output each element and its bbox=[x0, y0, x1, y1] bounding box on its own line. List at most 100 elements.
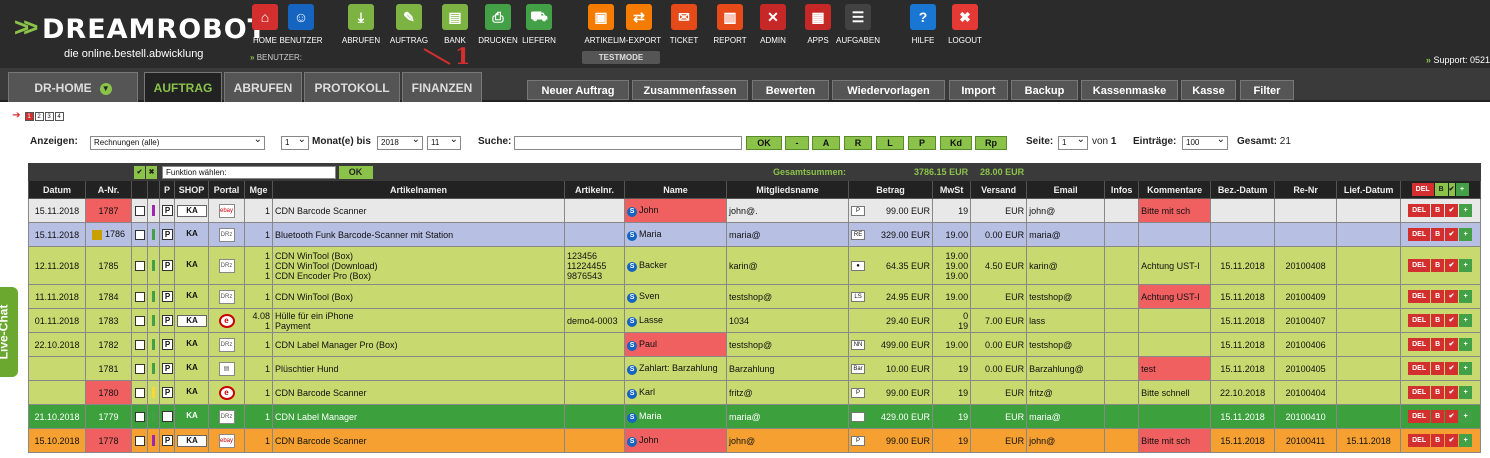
col-header[interactable]: Infos bbox=[1104, 180, 1140, 199]
subtab-kassenmaske[interactable]: Kassenmaske bbox=[1081, 80, 1178, 100]
page-1[interactable]: 1 bbox=[24, 112, 34, 121]
eintraege-select[interactable]: 100 bbox=[1182, 134, 1228, 150]
portal-ebay-icon[interactable]: ebay bbox=[218, 433, 235, 448]
col-header[interactable] bbox=[147, 180, 160, 199]
print-icon[interactable]: P bbox=[162, 435, 173, 447]
portal-red-icon[interactable]: e bbox=[218, 313, 235, 328]
subtab-wiedervorlagen[interactable]: Wiedervorlagen bbox=[832, 80, 945, 100]
col-header[interactable]: Mitgliedsname bbox=[726, 180, 850, 199]
add-icon[interactable]: + bbox=[1459, 228, 1473, 241]
anzeigen-select[interactable]: Rechnungen (alle) bbox=[90, 134, 265, 150]
search-input[interactable] bbox=[514, 136, 742, 150]
b-all-button[interactable]: B bbox=[1434, 183, 1448, 196]
page-3[interactable]: 3 bbox=[44, 112, 54, 121]
subtab-backup[interactable]: Backup bbox=[1011, 80, 1078, 100]
customer-s-icon[interactable]: S bbox=[627, 316, 638, 327]
delete-button[interactable]: DEL bbox=[1408, 410, 1431, 423]
delete-button[interactable]: DEL bbox=[1408, 259, 1431, 272]
cell-name[interactable]: S Paul bbox=[624, 332, 728, 357]
b-button[interactable]: B bbox=[1431, 434, 1445, 447]
month-select[interactable]: 11 bbox=[427, 134, 461, 150]
col-header[interactable]: Mge bbox=[244, 180, 273, 199]
print-icon[interactable]: P bbox=[162, 387, 173, 399]
cell-print[interactable]: P bbox=[159, 332, 175, 357]
customer-s-icon[interactable]: S bbox=[627, 412, 638, 423]
cell-print[interactable]: P bbox=[159, 246, 175, 285]
col-header[interactable]: Betrag bbox=[848, 180, 934, 199]
portal-ebay-icon[interactable]: ebay bbox=[218, 203, 235, 218]
add-icon[interactable]: + bbox=[1459, 410, 1473, 423]
row-checkbox[interactable] bbox=[134, 205, 145, 216]
table-row[interactable]: 15.11.2018 1786 P KA DRz 1 Bluetooth Funk Barc… bbox=[28, 222, 1482, 247]
seite-select[interactable]: 1 bbox=[1058, 134, 1088, 150]
checkmark-icon[interactable]: ✔ bbox=[1445, 259, 1459, 272]
cell-name[interactable]: S Zahlart: Barzahlung bbox=[624, 356, 728, 381]
row-checkbox[interactable] bbox=[134, 363, 145, 374]
row-checkbox[interactable] bbox=[134, 339, 145, 350]
cell-select[interactable] bbox=[131, 332, 148, 357]
row-checkbox[interactable] bbox=[134, 435, 145, 446]
cell-print[interactable]: P bbox=[159, 222, 175, 247]
cell-print[interactable]: P bbox=[159, 198, 175, 223]
tab-protokoll[interactable]: PROTOKOLL bbox=[304, 72, 400, 102]
checkmark-icon[interactable]: ✔ bbox=[1445, 434, 1459, 447]
row-checkbox[interactable] bbox=[134, 291, 145, 302]
print-icon[interactable]: P bbox=[162, 339, 173, 351]
add-icon[interactable]: + bbox=[1459, 362, 1473, 375]
col-header[interactable]: Name bbox=[624, 180, 728, 199]
b-button[interactable]: B bbox=[1431, 338, 1445, 351]
col-header[interactable]: MwSt bbox=[932, 180, 972, 199]
delete-button[interactable]: DEL bbox=[1408, 434, 1431, 447]
col-header[interactable]: SHOP bbox=[174, 180, 209, 199]
table-row[interactable]: 21.10.2018 1779 P KA DRz 1 CDN Label Manager S M… bbox=[28, 404, 1482, 429]
filter-button-minus[interactable]: - bbox=[785, 136, 809, 150]
print-icon[interactable]: P bbox=[162, 291, 173, 303]
filter-button-a[interactable]: A bbox=[812, 136, 840, 150]
edit-icon[interactable] bbox=[91, 229, 102, 240]
portal-shop-icon[interactable]: ▤ bbox=[218, 361, 235, 376]
col-header[interactable]: Lief.-Datum bbox=[1336, 180, 1402, 199]
col-header[interactable]: Versand bbox=[970, 180, 1028, 199]
customer-s-icon[interactable]: S bbox=[627, 230, 638, 241]
filter-button-p[interactable]: P bbox=[908, 136, 936, 150]
cell-name[interactable]: S John bbox=[624, 198, 728, 223]
customer-s-icon[interactable]: S bbox=[627, 292, 638, 303]
cell-select[interactable] bbox=[131, 198, 148, 223]
cell-print[interactable]: P bbox=[159, 380, 175, 405]
col-header[interactable] bbox=[131, 180, 148, 199]
col-header[interactable]: Email bbox=[1026, 180, 1106, 199]
cell-print[interactable]: P bbox=[159, 308, 175, 333]
check-all-icon[interactable]: ✔ bbox=[134, 165, 145, 179]
print-icon[interactable]: P bbox=[162, 205, 173, 217]
checkmark-icon[interactable]: ✔ bbox=[1445, 362, 1459, 375]
monat-count-select[interactable]: 1 bbox=[281, 134, 309, 150]
cell-anr[interactable]: 1780 bbox=[85, 380, 132, 405]
delete-button[interactable]: DEL bbox=[1408, 362, 1431, 375]
chevron-down-icon[interactable]: ▼ bbox=[99, 82, 112, 95]
subtab-filter[interactable]: Filter bbox=[1240, 80, 1294, 100]
delete-button[interactable]: DEL bbox=[1408, 228, 1431, 241]
del-all-button[interactable]: DEL bbox=[1411, 183, 1434, 196]
delete-button[interactable]: DEL bbox=[1408, 290, 1431, 303]
cell-anr[interactable]: 1782 bbox=[85, 332, 132, 357]
customer-s-icon[interactable]: S bbox=[627, 364, 638, 375]
cell-select[interactable] bbox=[131, 428, 148, 453]
add-icon[interactable]: + bbox=[1459, 386, 1473, 399]
cell-select[interactable] bbox=[131, 284, 148, 309]
checkmark-icon[interactable]: ✔ bbox=[1445, 410, 1459, 423]
col-header[interactable]: Artikelnamen bbox=[271, 180, 566, 199]
cell-name[interactable]: S Backer bbox=[624, 246, 728, 285]
filter-button-rp[interactable]: Rp bbox=[975, 136, 1007, 150]
cell-anr[interactable]: 1784 bbox=[85, 284, 132, 309]
funktion-ok-button[interactable]: OK bbox=[338, 165, 373, 179]
filter-button-ok[interactable]: OK bbox=[746, 136, 782, 150]
filter-button-l[interactable]: L bbox=[876, 136, 904, 150]
col-header[interactable]: A-Nr. bbox=[85, 180, 132, 199]
nav-benutzer[interactable]: ☺ BENUTZER bbox=[273, 4, 329, 45]
dreamrobot-logo[interactable]: >> DREAMROBOT die online.bestell.abwickl… bbox=[14, 10, 266, 60]
cell-anr[interactable]: 1785 bbox=[85, 246, 132, 285]
customer-s-icon[interactable]: S bbox=[627, 340, 638, 351]
checkmark-icon[interactable]: ✔ bbox=[1445, 386, 1459, 399]
add-icon[interactable]: + bbox=[1459, 204, 1473, 217]
customer-s-icon[interactable]: S bbox=[627, 388, 638, 399]
